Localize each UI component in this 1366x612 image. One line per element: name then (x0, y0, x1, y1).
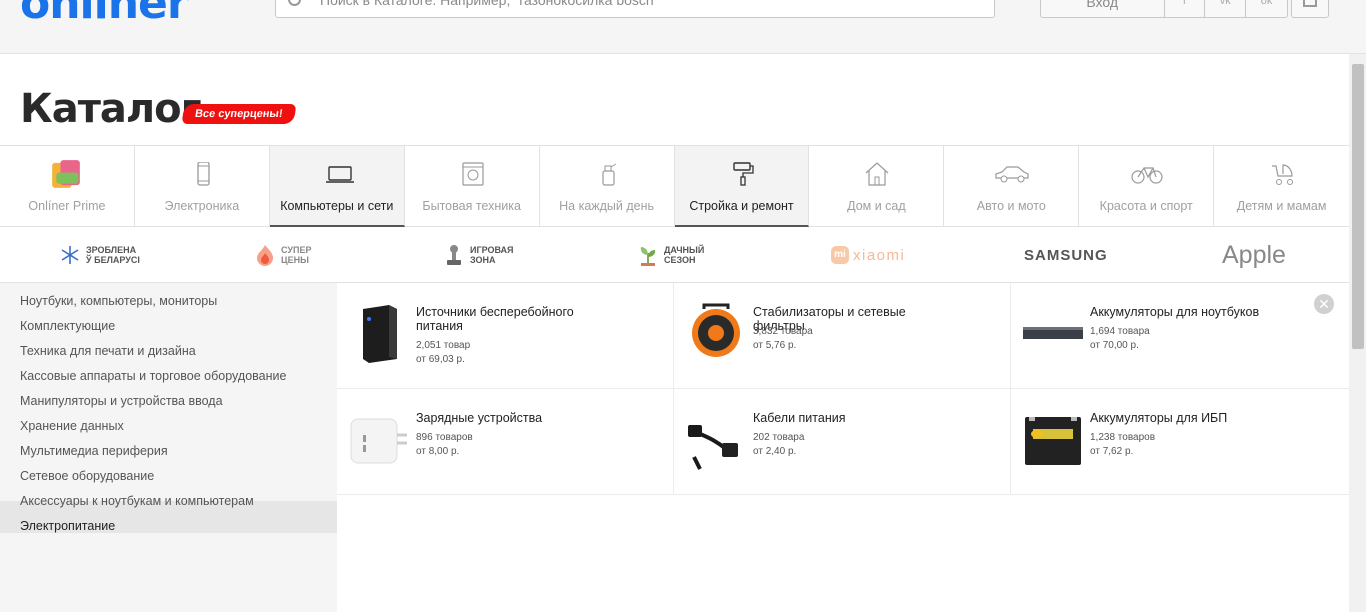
tab-kids[interactable]: Детям и мамам (1214, 146, 1349, 227)
promo-label: Зроблена ў Беларусі (86, 245, 140, 265)
tab-label: Onlíner Prime (28, 199, 106, 213)
ups-battery-icon (1025, 417, 1081, 465)
product-count: 3,832 товара (753, 326, 813, 337)
cart-button[interactable] (1291, 0, 1329, 18)
tab-label: Электроника (164, 199, 240, 213)
tab-electronics[interactable]: Электроника (135, 146, 270, 227)
product-card[interactable]: Аккумуляторы для ИБП 1,238 товаров от 7,… (1011, 389, 1349, 495)
product-price: от 70,00 р. (1090, 340, 1139, 351)
prime-icon (52, 160, 80, 188)
tab-label: Дом и сад (847, 199, 906, 213)
subcategory-sidebar: Ноутбуки, компьютеры, мониторы Комплекту… (0, 283, 337, 612)
mi-icon: mi (831, 246, 849, 264)
house-icon (866, 162, 889, 186)
site-header: onliner Поиск в Каталоге. Например, "газ… (0, 0, 1366, 54)
product-price: от 69,03 р. (416, 354, 465, 365)
promo-label: xiaomi (853, 246, 906, 264)
super-prices-badge[interactable]: Все суперцены! (181, 104, 296, 124)
tab-auto-moto[interactable]: Авто и мото (944, 146, 1080, 227)
bicycle-icon (1131, 167, 1163, 184)
promo-label: SAMSUNG (1024, 246, 1108, 264)
tab-appliances[interactable]: Бытовая техника (405, 146, 540, 227)
charger-icon (350, 418, 407, 464)
catalog-search-input[interactable]: Поиск в Каталоге. Например, "газонокосил… (275, 0, 995, 18)
cart-icon (1303, 0, 1317, 7)
promo-strip: Зроблена ў Беларусі Супер цены Игровая з… (0, 227, 1349, 283)
sprout-icon (640, 247, 656, 266)
flame-icon (257, 245, 273, 266)
login-button[interactable]: Вход (1041, 0, 1165, 17)
promo-label: Супер цены (281, 245, 312, 265)
tab-label: Стройка и ремонт (689, 199, 794, 213)
product-price: от 2,40 р. (753, 446, 797, 457)
product-name: Аккумуляторы для ИБП (1090, 411, 1228, 425)
phone-icon (197, 162, 210, 186)
ok-login-icon[interactable]: ok (1246, 0, 1287, 17)
product-price: от 7,62 р. (1090, 446, 1134, 457)
product-count: 896 товаров (416, 432, 473, 443)
product-card[interactable]: Зарядные устройства 896 товаров от 8,00 … (337, 389, 674, 495)
tab-home-garden[interactable]: Дом и сад (809, 146, 945, 227)
promo-label: Игровая зона (470, 245, 514, 265)
product-card[interactable]: Источники бесперебойного питания 2,051 т… (337, 283, 674, 389)
promo-label: Дачный сезон (664, 245, 705, 265)
promo-samsung[interactable]: SAMSUNG (1024, 240, 1108, 270)
promo-dacha-season[interactable]: Дачный сезон (638, 240, 704, 270)
power-cable-icon (688, 425, 738, 470)
search-icon (288, 0, 301, 6)
tab-label: На каждый день (559, 199, 655, 213)
search-placeholder: Поиск в Каталоге. Например, "газонокосил… (320, 0, 659, 8)
stroller-icon (1272, 164, 1294, 185)
product-price: от 5,76 р. (753, 340, 797, 351)
tab-computers[interactable]: Компьютеры и сети (269, 146, 405, 227)
tab-label: Бытовая техника (422, 199, 521, 213)
product-count: 1,694 товара (1090, 326, 1150, 337)
laptop-icon (325, 166, 354, 183)
auth-button-group: Вход f vk ok (1040, 0, 1288, 18)
tab-label: Авто и мото (976, 199, 1046, 213)
scrollbar-thumb[interactable] (1352, 64, 1364, 349)
vk-login-icon[interactable]: vk (1205, 0, 1247, 17)
washer-icon (462, 162, 484, 186)
category-tabs: Onlíner Prime Электроника Компьютеры и с… (0, 145, 1349, 227)
product-name: Источники бесперебойного питания (416, 305, 574, 333)
tab-beauty-sport[interactable]: Красота и спорт (1079, 146, 1215, 227)
product-name: Зарядные устройства (416, 411, 543, 425)
promo-super-prices[interactable]: Супер цены (255, 240, 311, 270)
tab-label: Красота и спорт (1099, 199, 1193, 213)
product-grid: Источники бесперебойного питания 2,051 т… (337, 283, 1349, 495)
product-count: 2,051 товар (416, 340, 471, 351)
promo-xiaomi[interactable]: mi xiaomi (831, 240, 905, 270)
product-name: Аккумуляторы для ноутбуков (1090, 305, 1260, 319)
page-title: Каталог (20, 86, 202, 132)
product-count: 202 товара (753, 432, 805, 443)
car-icon (995, 166, 1029, 183)
product-card[interactable]: Аккумуляторы для ноутбуков 1,694 товара … (1011, 283, 1349, 389)
product-price: от 8,00 р. (416, 446, 460, 457)
tab-everyday[interactable]: На каждый день (540, 146, 675, 227)
facebook-login-icon[interactable]: f (1165, 0, 1206, 17)
snowflake-icon (61, 246, 79, 264)
laptop-battery-icon (1023, 327, 1083, 339)
paint-roller-icon (732, 162, 754, 186)
tab-label: Детям и мамам (1236, 199, 1327, 213)
promo-game-zone[interactable]: Игровая зона (444, 240, 513, 270)
promo-label: Apple (1222, 240, 1286, 269)
tab-label: Компьютеры и сети (280, 199, 394, 213)
spray-icon (602, 163, 616, 186)
cable-reel-icon (692, 303, 740, 357)
product-card[interactable]: Стабилизаторы и сетевые фильтры 3,832 то… (674, 283, 1011, 389)
close-icon[interactable]: ✕ (1314, 294, 1334, 314)
product-card[interactable]: Кабели питания 202 товара от 2,40 р. (674, 389, 1011, 495)
product-count: 1,238 товаров (1090, 432, 1156, 443)
tab-construction[interactable]: Стройка и ремонт (674, 146, 810, 227)
promo-made-in-belarus[interactable]: Зроблена ў Беларусі (60, 240, 140, 270)
ups-icon (363, 305, 397, 363)
product-name: Кабели питания (753, 411, 846, 425)
joystick-icon (447, 245, 461, 265)
site-logo[interactable]: onliner (20, 0, 189, 29)
tab-onliner-prime[interactable]: Onlíner Prime (0, 146, 135, 227)
promo-apple[interactable]: Apple (1222, 240, 1286, 270)
